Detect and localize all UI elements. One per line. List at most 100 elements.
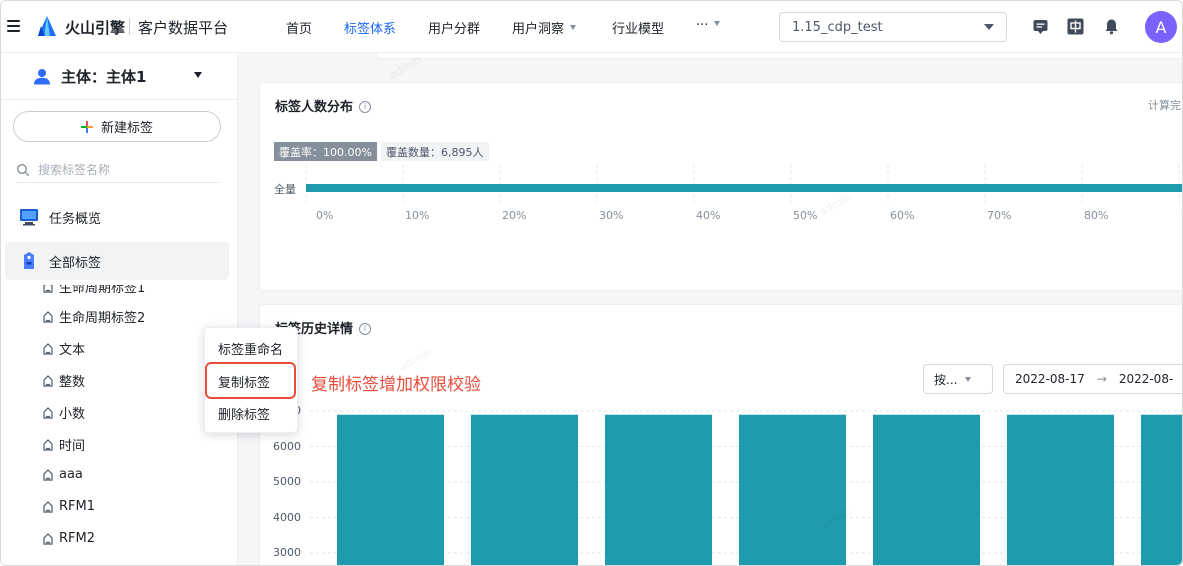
plus-icon — [80, 120, 93, 133]
tree-item[interactable]: aaa — [43, 467, 83, 482]
tag-icon — [43, 406, 53, 419]
tree-item[interactable]: RFM1 — [43, 499, 95, 514]
sidebar-item-label: 全部标签 — [49, 255, 102, 271]
tree-item[interactable]: 生命周期标签1 — [43, 285, 145, 296]
tree-item-label: 生命周期标签1 — [59, 285, 146, 296]
nav-user-segments[interactable]: 用户分群 — [428, 18, 480, 37]
project-select-value: 1.15_cdp_test — [792, 19, 883, 35]
bar — [873, 414, 980, 565]
sidebar-item-label: 任务概览 — [49, 211, 102, 227]
history-chart — [310, 410, 1182, 565]
chevron-down-icon — [984, 24, 994, 30]
nav-industry-models[interactable]: 行业模型 — [612, 18, 664, 37]
distribution-bars — [306, 184, 1182, 192]
x-tick-label: 40% — [696, 209, 721, 222]
avatar[interactable]: A — [1145, 11, 1177, 43]
bar — [337, 414, 444, 565]
sidebar: 主体：主体1 新建标签 任务概览 — [1, 53, 238, 565]
tag-icon — [43, 285, 53, 293]
bar — [471, 414, 578, 565]
monitor-icon — [20, 209, 38, 226]
tree-item-label: 生命周期标签2 — [59, 311, 146, 326]
nav-user-insights[interactable]: 用户洞察 — [512, 18, 577, 37]
tag-icon — [43, 374, 53, 387]
menu-item-delete-tag[interactable]: 删除标签 — [205, 397, 299, 429]
tag-icon — [43, 438, 53, 451]
volcano-logo-icon — [38, 16, 56, 36]
tree-item[interactable]: 生命周期标签2 — [43, 307, 145, 326]
chevron-down-icon — [965, 376, 972, 382]
tag-icon — [43, 468, 53, 481]
x-tick-label: 70% — [987, 209, 1012, 222]
tree-item-label: aaa — [59, 467, 83, 482]
brand-divider — [129, 18, 130, 35]
tree-item-label: 时间 — [59, 439, 86, 454]
info-icon: i — [359, 322, 372, 335]
menu-item-copy-tag[interactable]: 复制标签 — [205, 365, 299, 397]
tree-item-label: 小数 — [59, 407, 86, 422]
product-name: 客户数据平台 — [138, 19, 229, 37]
top-navbar: 火山引擎 客户数据平台 首页 标签体系 用户分群 用户洞察 行业模型 ··· 1… — [1, 1, 1182, 53]
search-box — [16, 157, 219, 183]
tree-item-label: RFM2 — [59, 531, 95, 546]
tree-item[interactable]: 小数 — [43, 403, 85, 422]
x-tick-label: 20% — [502, 209, 527, 222]
new-tag-button[interactable]: 新建标签 — [13, 111, 221, 142]
x-tick-label: 0% — [316, 209, 334, 222]
y-tick-label: 6000 — [273, 439, 301, 453]
tree-item[interactable]: 文本 — [43, 339, 85, 358]
chevron-down-icon — [570, 25, 577, 30]
chevron-down-icon — [714, 21, 721, 26]
nav-home[interactable]: 首页 — [286, 18, 312, 37]
nav-more[interactable]: ··· — [696, 18, 721, 33]
bell-icon[interactable] — [1103, 18, 1120, 35]
tag-icon — [43, 532, 53, 545]
project-select[interactable]: 1.15_cdp_test — [779, 12, 1007, 42]
x-tick-label: 50% — [793, 209, 818, 222]
sidebar-item-all-tags[interactable]: 全部标签 — [5, 242, 229, 280]
subject-selector[interactable]: 主体：主体1 — [33, 66, 146, 87]
main-content: 标签人数分布 i 计算完 覆盖率：100.00% 覆盖数量：6,895人 全量 0… — [238, 53, 1182, 565]
menu-item-rename-tag[interactable]: 标签重命名 — [205, 332, 299, 364]
nav-tag-system[interactable]: 标签体系 — [344, 18, 396, 37]
date-separator: → — [1096, 372, 1107, 386]
bar — [605, 414, 712, 565]
tree-item-label: 整数 — [59, 375, 86, 390]
sidebar-item-task-overview[interactable]: 任务概览 — [5, 198, 229, 236]
tree-item[interactable]: 时间 — [43, 435, 85, 454]
bar — [1007, 414, 1114, 565]
date-range-picker[interactable]: 2022-08-17 → 2022-08- — [1003, 364, 1182, 394]
tree-item[interactable]: 整数 — [43, 371, 85, 390]
sort-select[interactable]: 按... — [923, 364, 993, 394]
sort-select-value: 按... — [934, 372, 958, 387]
search-icon — [16, 163, 30, 176]
x-tick-label: 10% — [405, 209, 430, 222]
date-start: 2022-08-17 — [1015, 372, 1085, 386]
tag-icon — [43, 500, 53, 513]
message-icon[interactable] — [1032, 18, 1049, 35]
nav-user-insights-label: 用户洞察 — [512, 22, 565, 37]
nav-more-label: ··· — [696, 18, 709, 33]
x-tick-label: 80% — [1084, 209, 1109, 222]
subject-label: 主体：主体1 — [61, 68, 147, 86]
tree-item-label: 文本 — [59, 343, 86, 358]
distribution-chart — [305, 165, 1182, 203]
bar — [306, 184, 1182, 192]
y-tick-label: 5000 — [273, 475, 301, 488]
brand-name: 火山引擎 — [65, 19, 126, 37]
bar — [739, 414, 846, 565]
search-input[interactable] — [38, 162, 208, 177]
history-bars — [337, 414, 1182, 565]
tree-item[interactable]: RFM2 — [43, 531, 95, 546]
chevron-down-icon[interactable] — [194, 72, 202, 78]
tag-icon — [43, 310, 53, 323]
date-end: 2022-08- — [1118, 372, 1174, 386]
user-icon — [34, 69, 50, 85]
context-menu: 标签重命名 复制标签 删除标签 — [204, 327, 298, 433]
sidebar-divider — [1, 99, 237, 100]
language-icon[interactable] — [1067, 18, 1084, 35]
new-tag-label: 新建标签 — [100, 121, 153, 136]
menu-icon[interactable] — [7, 20, 20, 32]
tree-item-label: RFM1 — [59, 499, 95, 514]
app-window: 火山引擎 客户数据平台 首页 标签体系 用户分群 用户洞察 行业模型 ··· 1… — [0, 0, 1183, 566]
